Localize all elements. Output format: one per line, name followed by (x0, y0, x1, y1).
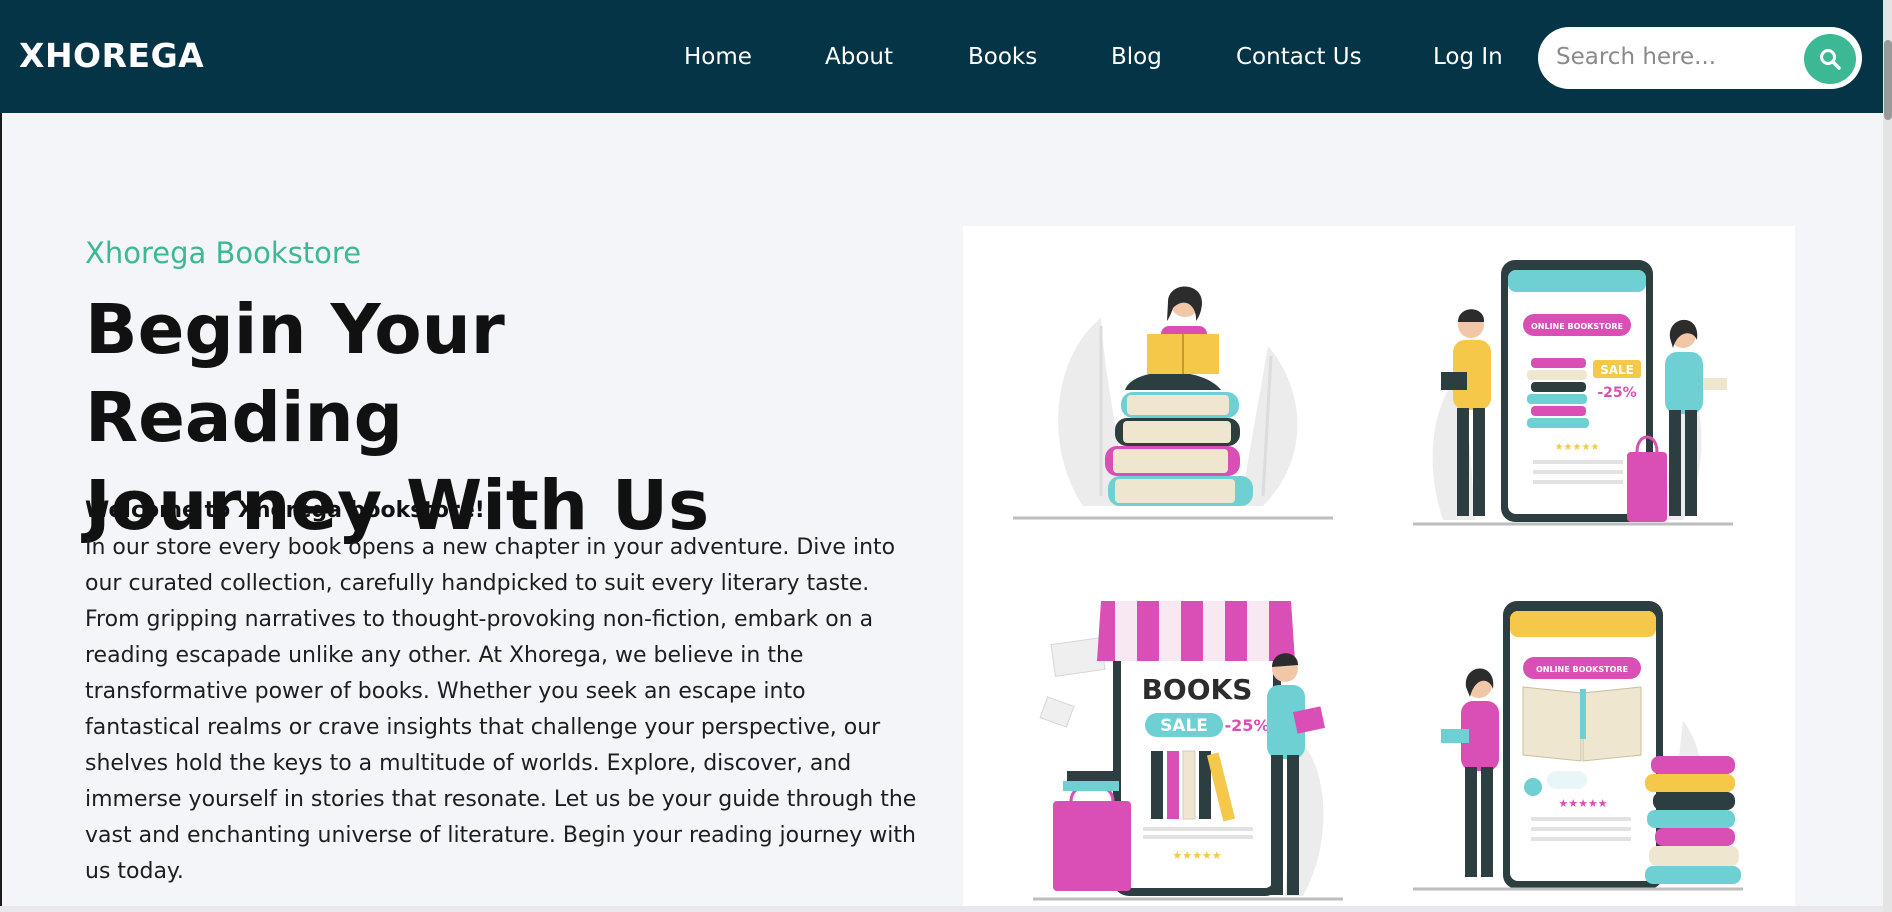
rating-stars-3: ★★★★★ (1558, 797, 1607, 810)
navbar: XHOREGA Home About Books Blog Contact Us… (0, 0, 1883, 113)
hero-description: In our store every book opens a new chap… (85, 535, 917, 884)
illustration-panel: ONLINE BOOKSTORE SALE -25% ★★★★★ BOOKS S… (963, 226, 1795, 912)
nav-blog[interactable]: Blog (1111, 44, 1162, 70)
reader-on-books-illustration (1013, 286, 1333, 520)
online-bookstore-label-1: ONLINE BOOKSTORE (1531, 322, 1623, 331)
discount-label-1: -25% (1597, 385, 1636, 401)
nav-log-in[interactable]: Log In (1433, 44, 1503, 70)
search-icon (1820, 49, 1841, 70)
brand-logo[interactable]: XHOREGA (19, 36, 204, 75)
rating-stars-1: ★★★★★ (1555, 442, 1600, 453)
welcome-heading: Welcome to Xhorega bookstore! (85, 498, 485, 523)
scrollbar-thumb[interactable] (1884, 40, 1892, 120)
books-sign-label: BOOKS (1142, 673, 1253, 706)
online-bookstore-illustration: ONLINE BOOKSTORE SALE -25% ★★★★★ (1413, 260, 1733, 526)
page-scrollbar[interactable] (1883, 0, 1892, 912)
sale-label-2: SALE (1160, 716, 1208, 736)
rating-stars-2: ★★★★★ (1172, 849, 1221, 862)
nav-home[interactable]: Home (684, 44, 752, 70)
nav-about[interactable]: About (825, 44, 893, 70)
sale-label-1: SALE (1600, 363, 1634, 377)
discount-label-2: -25% (1225, 716, 1270, 735)
online-reading-illustration: ONLINE BOOKSTORE ★★★★★ (1413, 601, 1743, 891)
page-bottom-edge (0, 906, 1883, 912)
hero-tagline: Xhorega Bookstore (85, 236, 362, 270)
search-button[interactable] (1804, 34, 1856, 84)
online-bookstore-label-2: ONLINE BOOKSTORE (1536, 665, 1628, 674)
nav-contact-us[interactable]: Contact Us (1236, 44, 1362, 70)
nav-books[interactable]: Books (968, 44, 1037, 70)
headline-line-1: Begin Your Reading (85, 290, 505, 458)
books-sale-illustration: BOOKS SALE -25% ★★★★★ (1033, 601, 1343, 901)
search-input[interactable] (1556, 41, 1786, 73)
